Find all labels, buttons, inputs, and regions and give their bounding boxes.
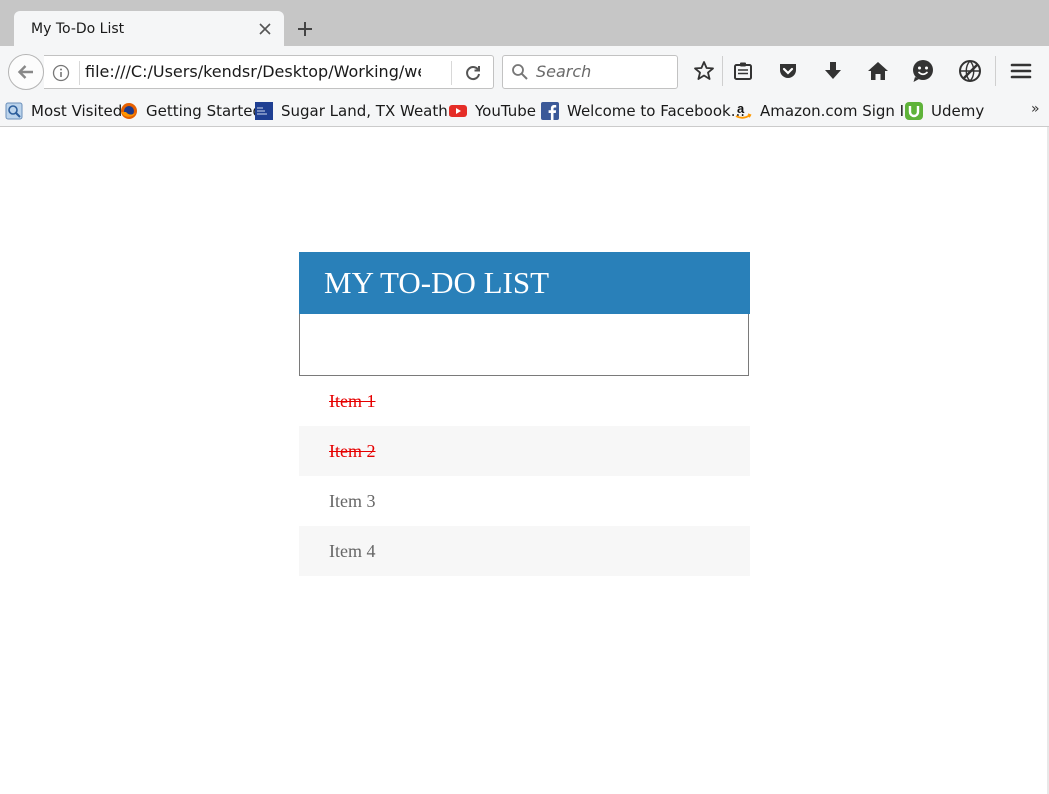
url-separator — [79, 61, 80, 85]
facebook-icon — [541, 102, 559, 120]
home-icon[interactable] — [865, 58, 891, 84]
bookmark-label: Getting Started — [146, 102, 262, 120]
url-bar[interactable]: file:///C:/Users/kendsr/Desktop/Working/… — [44, 55, 494, 89]
bookmark-label: Amazon.com Sign In — [760, 102, 914, 120]
navigation-toolbar: file:///C:/Users/kendsr/Desktop/Working/… — [0, 46, 1049, 96]
todo-item[interactable]: Item 1 — [299, 376, 750, 426]
todo-item[interactable]: Item 3 — [299, 476, 750, 526]
weather-channel-icon — [255, 102, 273, 120]
menu-hamburger-icon[interactable] — [1008, 58, 1034, 84]
search-placeholder: Search — [536, 62, 592, 81]
page-content: MY TO-DO LIST Item 1 Item 2 Item 3 Item … — [0, 127, 1049, 794]
toolbar-separator — [995, 56, 996, 86]
tab-my-todo-list[interactable]: My To-Do List — [14, 11, 284, 46]
hello-chat-icon[interactable] — [910, 58, 936, 84]
youtube-icon — [449, 105, 467, 117]
bookmark-getting-started[interactable]: Getting Started — [120, 100, 262, 122]
new-todo-input[interactable] — [299, 314, 749, 376]
info-icon[interactable] — [52, 64, 70, 82]
todo-title: MY TO-DO LIST — [299, 252, 750, 314]
bookmark-sugar-land-weather[interactable]: Sugar Land, TX Weath... — [255, 100, 462, 122]
search-icon — [511, 63, 529, 81]
back-button[interactable] — [8, 54, 44, 90]
bookmark-star-icon[interactable] — [691, 58, 717, 84]
bookmark-label: Most Visited — [31, 102, 123, 120]
bookmark-facebook[interactable]: Welcome to Facebook... — [541, 100, 745, 122]
pocket-icon[interactable] — [775, 58, 801, 84]
bookmark-label: YouTube — [475, 102, 536, 120]
firefox-icon — [121, 103, 137, 119]
reading-list-icon[interactable] — [730, 58, 756, 84]
addon-globe-icon[interactable] — [957, 58, 983, 84]
most-visited-icon — [5, 102, 23, 120]
more-bookmarks-chevron-icon[interactable]: » — [1031, 101, 1040, 117]
bookmark-most-visited[interactable]: Most Visited — [5, 100, 122, 122]
close-tab-icon[interactable] — [256, 20, 274, 38]
todo-list: Item 1 Item 2 Item 3 Item 4 — [299, 376, 750, 576]
toolbar-separator — [722, 56, 723, 86]
tab-title: My To-Do List — [31, 20, 125, 37]
download-icon[interactable] — [820, 58, 846, 84]
back-arrow-icon — [17, 65, 33, 79]
tab-strip: My To-Do List — [0, 0, 1049, 46]
todo-item[interactable]: Item 2 — [299, 426, 750, 476]
svg-text:a: a — [737, 102, 745, 116]
bookmarks-toolbar: Most Visited Getting Started Sugar Land,… — [0, 96, 1049, 127]
bookmark-label: Udemy — [931, 102, 985, 120]
reload-icon[interactable] — [462, 62, 484, 84]
bookmark-label: Sugar Land, TX Weath... — [281, 102, 463, 120]
todo-container: MY TO-DO LIST Item 1 Item 2 Item 3 Item … — [299, 252, 750, 576]
udemy-icon — [905, 102, 923, 120]
bookmark-label: Welcome to Facebook... — [567, 102, 745, 120]
todo-item[interactable]: Item 4 — [299, 526, 750, 576]
bookmark-amazon[interactable]: a Amazon.com Sign In — [734, 100, 914, 122]
new-tab-icon[interactable] — [293, 17, 317, 41]
bookmark-youtube[interactable]: YouTube — [449, 100, 536, 122]
url-separator — [451, 61, 452, 85]
bookmark-udemy[interactable]: Udemy — [905, 100, 984, 122]
url-text[interactable]: file:///C:/Users/kendsr/Desktop/Working/… — [85, 56, 421, 88]
search-bar[interactable]: Search — [502, 55, 678, 89]
amazon-icon: a — [735, 102, 752, 119]
